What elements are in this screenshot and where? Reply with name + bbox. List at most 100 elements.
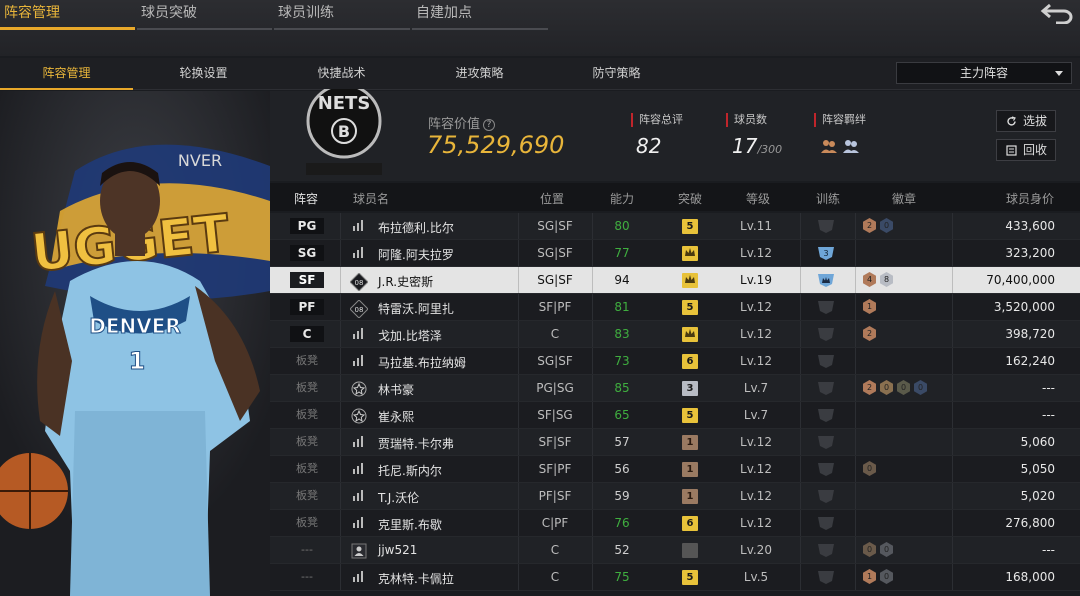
player-position: PG|SG — [536, 381, 574, 395]
tab-player-training[interactable]: 球员训练 — [274, 0, 410, 30]
player-type-icon — [350, 462, 368, 478]
subtab-quick-tactics[interactable]: 快捷战术 — [275, 58, 408, 90]
player-price: 323,200 — [1005, 246, 1055, 260]
tab-label: 球员突破 — [141, 5, 197, 21]
table-row[interactable]: PG 布拉德利.比尔 SG|SF 80 5 Lv.11 2 0 433,600 — [270, 213, 1080, 240]
slot-label: 板凳 — [296, 435, 318, 448]
subtab-lineup[interactable]: 阵容管理 — [0, 58, 133, 90]
player-ability: 57 — [614, 435, 630, 449]
bond-group-icon[interactable] — [842, 137, 860, 155]
subtab-rotation[interactable]: 轮换设置 — [137, 58, 270, 90]
player-ability: 75 — [614, 570, 630, 584]
tab-lineup-management[interactable]: 阵容管理 — [0, 0, 135, 30]
subtab-label: 快捷战术 — [317, 66, 366, 80]
table-row[interactable]: 板凳 托尼.斯内尔 SF|PF 56 1 Lv.12 0 5,050 — [270, 456, 1080, 483]
player-position: SF|SF — [538, 435, 572, 449]
subtab-defense-strategy[interactable]: 防守策略 — [550, 58, 683, 90]
table-row[interactable]: --- 克林特.卡佩拉 C 75 5 Lv.5 1 0 168,000 — [270, 564, 1080, 591]
help-icon[interactable]: ? — [483, 119, 496, 131]
back-arrow-icon[interactable] — [1040, 2, 1074, 24]
player-price: 5,060 — [1020, 435, 1055, 449]
tab-player-breakthrough[interactable]: 球员突破 — [137, 0, 272, 30]
table-row[interactable]: 板凳 林书豪 PG|SG 85 3 Lv.7 2 0 0 0 --- — [270, 375, 1080, 402]
training-shield-icon — [818, 220, 834, 233]
table-row[interactable]: 板凳 崔永熙 SF|SG 65 5 Lv.7 --- — [270, 402, 1080, 429]
table-row[interactable]: 板凳 马拉基.布拉纳姆 SG|SF 73 6 Lv.12 162,240 — [270, 348, 1080, 375]
player-type-icon — [350, 381, 368, 397]
player-position: SG|SF — [537, 246, 573, 260]
player-price: 433,600 — [1005, 219, 1055, 233]
col-breakthrough[interactable]: 突破 — [678, 190, 702, 207]
svg-text:NETS: NETS — [318, 93, 371, 114]
player-price: 70,400,000 — [986, 273, 1055, 287]
signal-bars-icon — [353, 220, 363, 231]
col-slot[interactable]: 阵容 — [294, 190, 318, 207]
player-position: SG|SF — [537, 354, 573, 368]
jersey-number-icon: 08 — [349, 272, 369, 292]
table-row[interactable]: PF 08 特雷沃.阿里扎 SF|PF 81 5 Lv.12 1 3,520,000 — [270, 294, 1080, 321]
lineup-dropdown[interactable]: 主力阵容 — [896, 62, 1072, 84]
player-count-max: /300 — [757, 143, 783, 156]
player-name: J.R.史密斯 — [378, 275, 434, 289]
breakthrough-badge: 5 — [682, 300, 698, 315]
col-badges[interactable]: 徽章 — [892, 190, 916, 207]
slot-label: PG — [290, 218, 324, 234]
player-position: SG|SF — [537, 219, 573, 233]
chevron-down-icon — [1055, 71, 1063, 76]
select-button-label: 选拔 — [1023, 114, 1048, 128]
player-name: jjw521 — [378, 543, 418, 557]
table-row[interactable]: --- jjw521 C 52 Lv.20 0 0 --- — [270, 537, 1080, 564]
player-type-icon: 08 — [349, 272, 369, 292]
user-icon — [351, 543, 367, 559]
table-row[interactable]: 板凳 贾瑞特.卡尔弗 SF|SF 57 1 Lv.12 5,060 — [270, 429, 1080, 456]
player-ability: 56 — [614, 462, 630, 476]
table-row[interactable]: C 戈加.比塔泽 C 83 Lv.12 2 398,720 — [270, 321, 1080, 348]
breakthrough-badge: 1 — [682, 435, 698, 450]
training-shield-icon — [818, 571, 834, 584]
signal-bars-icon — [353, 328, 363, 339]
col-position[interactable]: 位置 — [540, 190, 564, 207]
player-name: 崔永熙 — [378, 410, 415, 424]
col-name[interactable]: 球员名 — [353, 190, 389, 207]
player-level: Lv.5 — [743, 570, 769, 584]
breakthrough-badge: 5 — [682, 219, 698, 234]
table-row[interactable]: SG 阿隆.阿夫拉罗 SG|SF 77 Lv.12 3 323,200 — [270, 240, 1080, 267]
badge-icon: 8 — [880, 272, 893, 287]
player-level: Lv.12 — [740, 300, 772, 314]
col-ability[interactable]: 能力 — [610, 190, 634, 207]
player-position: C — [550, 327, 560, 341]
training-shield-icon — [818, 355, 834, 368]
recycle-icon — [1006, 145, 1017, 156]
player-name: T.J.沃伦 — [378, 491, 420, 505]
table-row[interactable]: 板凳 T.J.沃伦 PF|SF 59 1 Lv.12 5,020 — [270, 483, 1080, 510]
player-ability: 80 — [614, 219, 630, 233]
table-row[interactable]: SF 08 J.R.史密斯 SG|SF 94 Lv.19 4 8 70,400,000 — [270, 267, 1080, 294]
breakthrough-badge: 1 — [682, 489, 698, 504]
player-price: 398,720 — [1005, 327, 1055, 341]
training-shield-icon — [818, 436, 834, 449]
overall-rating-label: 阵容总评 — [631, 113, 683, 127]
player-position: C|PF — [541, 516, 569, 530]
svg-text:1: 1 — [129, 347, 146, 375]
breakthrough-badge: 1 — [682, 462, 698, 477]
player-name: 马拉基.布拉纳姆 — [378, 356, 466, 370]
col-training[interactable]: 训练 — [816, 190, 840, 207]
player-ability: 81 — [614, 300, 630, 314]
slot-label: 板凳 — [296, 354, 318, 367]
select-button[interactable]: 选拔 — [996, 110, 1056, 132]
slot-label: C — [290, 326, 324, 342]
col-level[interactable]: 等级 — [746, 190, 770, 207]
breakthrough-badge: 5 — [682, 408, 698, 423]
bond-group-icon[interactable] — [820, 137, 838, 155]
player-position: SF|SG — [537, 408, 573, 422]
player-ability: 76 — [614, 516, 630, 530]
breakthrough-badge: 6 — [682, 516, 698, 531]
subtab-offense-strategy[interactable]: 进攻策略 — [413, 58, 546, 90]
table-row[interactable]: 板凳 克里斯.布歇 C|PF 76 6 Lv.12 276,800 — [270, 510, 1080, 537]
breakthrough-badge — [682, 543, 698, 558]
player-level: Lv.12 — [740, 516, 772, 530]
col-price[interactable]: 球员身价 — [1006, 190, 1054, 207]
recycle-button[interactable]: 回收 — [996, 139, 1056, 161]
svg-text:3: 3 — [823, 249, 828, 258]
tab-custom-points[interactable]: 自建加点 — [412, 0, 548, 30]
